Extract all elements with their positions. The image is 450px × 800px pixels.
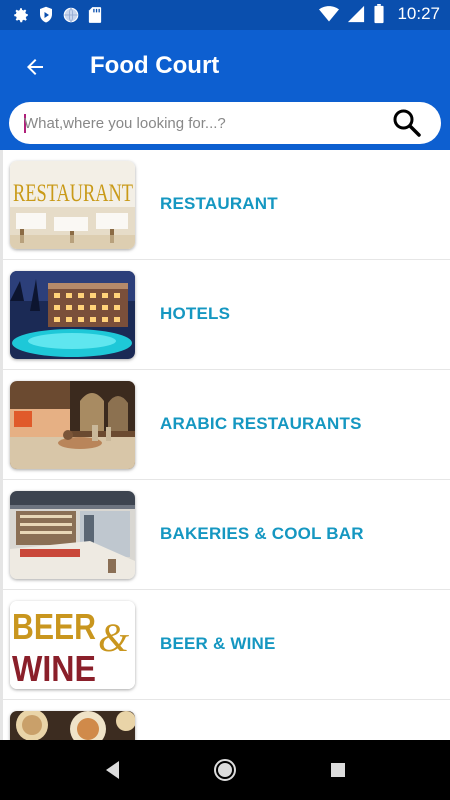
beer-wine-thumbnail: BEER & WINE xyxy=(10,601,135,689)
nav-back-button[interactable] xyxy=(101,758,125,782)
category-label-bakeries-cool-bar: BAKERIES & COOL BAR xyxy=(160,524,364,543)
status-left-icons xyxy=(12,6,102,24)
nav-home-icon xyxy=(214,759,236,781)
category-label-beer-wine: BEER & WINE xyxy=(160,634,276,653)
wifi-icon xyxy=(319,6,340,22)
list-item-bakeries-cool-bar[interactable]: BAKERIES & COOL BAR xyxy=(3,480,450,590)
hotels-thumbnail xyxy=(10,271,135,359)
restaurant-thumbnail: RESTAURANT xyxy=(10,161,135,249)
list-item-hotels[interactable]: HOTELS xyxy=(3,260,450,370)
list-item-beer-wine[interactable]: BEER & WINE BEER & WINE xyxy=(3,590,450,700)
shield-play-icon xyxy=(40,6,52,23)
list-item-arabic-restaurants[interactable]: ARABIC RESTAURANTS xyxy=(3,370,450,480)
nav-back-icon xyxy=(106,761,119,779)
list-item-restaurant[interactable]: RESTAURANT RESTAURANT xyxy=(3,150,450,260)
status-time: 10:27 xyxy=(397,4,440,23)
food-thumbnail xyxy=(10,711,135,740)
page-title: Food Court xyxy=(90,52,220,79)
category-label-arabic-restaurants: ARABIC RESTAURANTS xyxy=(160,414,362,433)
navigation-bar xyxy=(0,740,450,800)
category-label-hotels: HOTELS xyxy=(160,304,231,323)
ampersand-glyph: & xyxy=(98,615,129,660)
search-button[interactable] xyxy=(391,107,423,139)
bakeries-thumbnail xyxy=(10,491,135,579)
nav-recents-icon xyxy=(331,763,345,777)
list-item-partial[interactable] xyxy=(3,700,450,740)
category-label-restaurant: RESTAURANT xyxy=(160,194,278,213)
arabic-restaurants-thumbnail xyxy=(10,381,135,469)
wine-thumb-text: WINE xyxy=(12,648,96,689)
back-button[interactable] xyxy=(18,50,52,84)
globe-icon xyxy=(63,7,79,23)
gear-icon xyxy=(14,8,28,23)
app-bar: Food Court xyxy=(0,30,450,150)
restaurant-thumb-text: RESTAURANT xyxy=(13,180,133,207)
nav-home-button[interactable] xyxy=(213,758,237,782)
search-bar xyxy=(9,102,441,144)
search-input[interactable] xyxy=(24,102,374,144)
status-bar: 10:27 xyxy=(0,0,450,30)
search-icon xyxy=(393,109,421,137)
sd-card-icon xyxy=(88,7,102,23)
beer-thumb-text: BEER xyxy=(12,606,96,647)
signal-icon xyxy=(348,5,365,23)
category-list: RESTAURANT RESTAURANT HOTELS ARABIC REST… xyxy=(0,150,450,740)
status-right-icons: 10:27 xyxy=(319,4,440,24)
nav-recents-button[interactable] xyxy=(326,758,350,782)
arrow-back-icon xyxy=(27,59,43,75)
battery-icon xyxy=(374,4,384,24)
